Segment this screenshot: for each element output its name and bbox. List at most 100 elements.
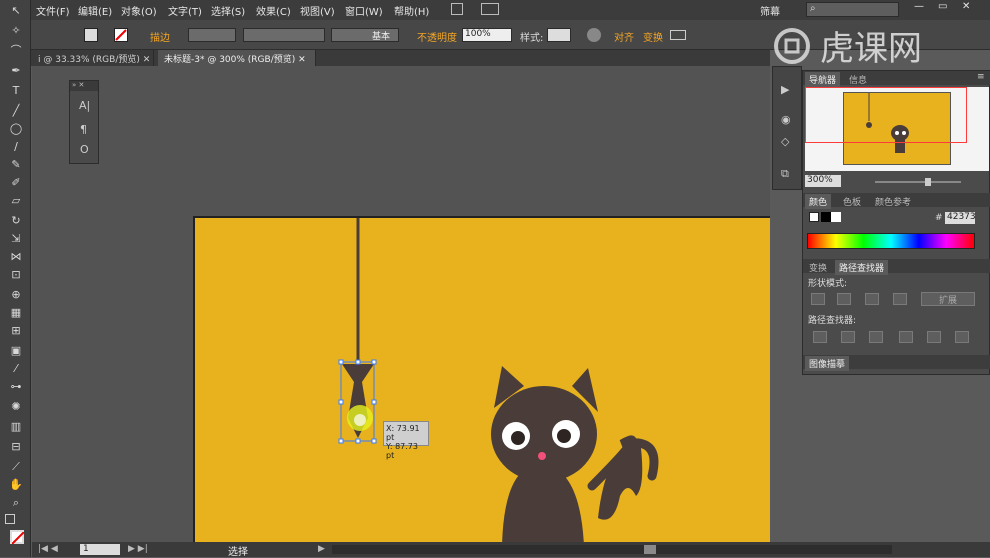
unite-button[interactable] <box>811 293 825 305</box>
expand-button[interactable]: 扩展 <box>921 292 975 306</box>
navigator-view-rect[interactable] <box>805 87 967 143</box>
paintbrush-tool-icon[interactable]: ∕ <box>8 140 24 154</box>
doc-tab-2[interactable]: 未标题-3* @ 300% (RGB/预览) ✕ <box>158 50 316 66</box>
graphic-style-swatch[interactable] <box>547 28 571 42</box>
merge-button[interactable] <box>869 331 883 343</box>
opacity-label[interactable]: 不透明度 <box>417 29 457 44</box>
tab-color[interactable]: 颜色 <box>805 194 832 209</box>
align-link[interactable]: 对齐 <box>614 29 634 44</box>
menu-window[interactable]: 窗口(W) <box>345 3 383 18</box>
hand-tool-icon[interactable]: ✋ <box>8 478 24 492</box>
page-number-field[interactable]: 1 <box>80 544 120 555</box>
minus-back-button[interactable] <box>955 331 969 343</box>
menu-object[interactable]: 对象(O) <box>121 3 157 18</box>
panel-menu-icon[interactable]: ≡ <box>977 72 985 82</box>
graphic-styles-icon[interactable]: ◇ <box>781 135 789 148</box>
horizontal-scrollbar[interactable] <box>332 545 892 554</box>
stroke-label[interactable]: 描边 <box>150 29 170 44</box>
navigator-zoom-slider[interactable] <box>875 178 961 186</box>
zoom-tool-icon[interactable]: ⌕ <box>8 496 24 510</box>
exclude-button[interactable] <box>893 293 907 305</box>
default-fill-stroke-icon[interactable] <box>5 514 15 524</box>
slice-tool-icon[interactable]: ⟋ <box>8 460 24 474</box>
width-tool-icon[interactable]: ⋈ <box>8 250 24 264</box>
artboard-tool-icon[interactable]: ⊟ <box>8 440 24 454</box>
crop-button[interactable] <box>899 331 913 343</box>
bridge-icon[interactable] <box>451 3 463 15</box>
stroke-swatch[interactable] <box>114 28 128 42</box>
layers-icon[interactable]: ⧉ <box>781 167 789 181</box>
color-spectrum[interactable] <box>807 233 975 249</box>
intersect-button[interactable] <box>865 293 879 305</box>
perspective-grid-tool-icon[interactable]: ▦ <box>8 306 24 320</box>
selection-tool-icon[interactable]: ↖ <box>8 4 24 18</box>
fill-swatch[interactable] <box>84 28 98 42</box>
status-menu-arrow[interactable]: ▶ <box>318 544 325 554</box>
menu-help[interactable]: 帮助(H) <box>394 3 429 18</box>
close-button[interactable]: ✕ <box>962 1 970 12</box>
line-tool-icon[interactable]: ╱ <box>8 104 24 118</box>
appearance-icon[interactable]: ◉ <box>781 113 791 126</box>
shape-builder-tool-icon[interactable]: ⊕ <box>8 288 24 302</box>
first-page-button[interactable]: |◀ ◀ <box>38 544 58 554</box>
column-graph-tool-icon[interactable]: ▥ <box>8 420 24 434</box>
canvas-area[interactable]: X: 73.91 pt Y: 87.73 pt <box>32 66 770 542</box>
gradient-tool-icon[interactable]: ▣ <box>8 344 24 358</box>
outline-button[interactable] <box>927 331 941 343</box>
menu-edit[interactable]: 编辑(E) <box>78 3 112 18</box>
blend-tool-icon[interactable]: ⊶ <box>8 380 24 394</box>
tab-navigator[interactable]: 导航器 <box>805 72 841 87</box>
next-page-button[interactable]: ▶ ▶| <box>128 544 148 554</box>
variable-width-profile[interactable] <box>243 28 325 42</box>
symbol-sprayer-tool-icon[interactable]: ✺ <box>8 400 24 414</box>
stroke-weight-field[interactable] <box>188 28 236 42</box>
tab-color-guide[interactable]: 颜色参考 <box>871 194 915 209</box>
hex-input[interactable]: 42373 <box>945 212 976 224</box>
brush-definition[interactable]: 基本 <box>331 28 399 42</box>
tab-info[interactable]: 信息 <box>845 72 871 87</box>
rotate-tool-icon[interactable]: ↻ <box>8 214 24 228</box>
blob-brush-tool-icon[interactable]: ✐ <box>8 176 24 190</box>
lasso-tool-icon[interactable]: ⌒ <box>8 44 24 58</box>
menu-file[interactable]: 文件(F) <box>36 3 70 18</box>
arrange-documents-icon[interactable] <box>481 3 499 15</box>
tab-pathfinder[interactable]: 路径查找器 <box>835 260 889 275</box>
workspace-switcher[interactable]: 筛幕 <box>760 3 780 18</box>
pen-tool-icon[interactable]: ✒ <box>8 64 24 78</box>
doc-tab-1[interactable]: i @ 33.33% (RGB/预览) ✕ <box>32 50 154 66</box>
eraser-tool-icon[interactable]: ▱ <box>8 194 24 208</box>
tab-swatches[interactable]: 色板 <box>839 194 865 209</box>
trim-button[interactable] <box>841 331 855 343</box>
menu-type[interactable]: 文字(T) <box>168 3 202 18</box>
recolor-artwork-icon[interactable] <box>587 28 601 42</box>
isolate-icon[interactable] <box>670 30 686 40</box>
fill-stroke-swatches[interactable] <box>10 530 25 545</box>
color-none-swatch[interactable] <box>809 212 819 222</box>
color-white-swatch[interactable] <box>831 212 841 222</box>
menu-effect[interactable]: 效果(C) <box>256 3 291 18</box>
navigator-preview[interactable] <box>805 87 989 171</box>
opacity-field[interactable]: 100% <box>462 28 512 42</box>
magic-wand-tool-icon[interactable]: ✧ <box>8 24 24 38</box>
panel-collapse-bar[interactable]: » ✕ <box>70 81 98 91</box>
menu-view[interactable]: 视图(V) <box>300 3 335 18</box>
tab-transform[interactable]: 变换 <box>805 260 831 275</box>
menu-select[interactable]: 选择(S) <box>211 3 245 18</box>
ellipse-tool-icon[interactable]: ◯ <box>8 122 24 136</box>
search-input[interactable]: ⌕ <box>806 2 899 17</box>
divide-button[interactable] <box>813 331 827 343</box>
transform-link[interactable]: 变换 <box>643 29 663 44</box>
type-tool-icon[interactable]: T <box>8 84 24 98</box>
opentype-panel-icon[interactable]: O <box>80 143 89 156</box>
pencil-tool-icon[interactable]: ✎ <box>8 158 24 172</box>
eyedropper-tool-icon[interactable]: ⁄ <box>8 362 24 376</box>
minimize-button[interactable]: — <box>914 1 924 12</box>
navigator-zoom-field[interactable]: 300% <box>805 175 841 187</box>
actions-play-icon[interactable]: ▶ <box>781 83 789 96</box>
character-panel-icon[interactable]: A| <box>79 99 90 112</box>
scale-tool-icon[interactable]: ⇲ <box>8 232 24 246</box>
paragraph-panel-icon[interactable]: ¶ <box>80 123 87 136</box>
tab-image-trace[interactable]: 图像描摹 <box>805 356 850 371</box>
color-black-swatch[interactable] <box>821 212 831 222</box>
scrollbar-thumb[interactable] <box>644 545 656 554</box>
